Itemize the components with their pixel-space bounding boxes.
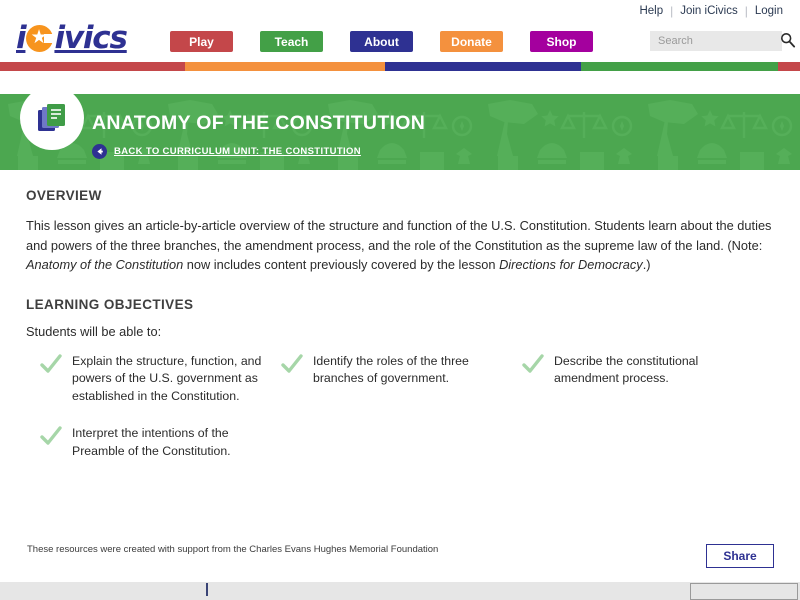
nav-button-donate[interactable]: Donate [440, 31, 503, 52]
page-title: ANATOMY OF THE CONSTITUTION [92, 112, 426, 134]
list-item: Explain the structure, function, and pow… [26, 353, 267, 406]
nav-button-about[interactable]: About [350, 31, 413, 52]
stripe-segment-red-right [778, 62, 800, 71]
list-item: Identify the roles of the three branches… [267, 353, 508, 406]
overview-text-part-1: This lesson gives an article-by-article … [26, 218, 772, 253]
main-nav: Play Teach About Donate Shop [170, 31, 593, 52]
search-input[interactable] [650, 34, 760, 48]
site-header: Help | Join iCivics | Login i ★ ivics Pl… [0, 0, 800, 62]
overview-lesson-title-italic: Anatomy of the Constitution [26, 257, 184, 272]
header-spacer [0, 71, 800, 94]
search-box[interactable] [650, 31, 796, 51]
logo-letter-i: i [16, 20, 27, 56]
overview-text-part-3: .) [642, 257, 651, 272]
stripe-segment-navy [385, 62, 581, 71]
objectives-lead-text: Students will be able to: [26, 323, 162, 339]
list-item: Describe the constitutional amendment pr… [508, 353, 749, 406]
browser-band-panel[interactable] [690, 583, 798, 600]
back-link-label: BACK TO CURRICULUM UNIT: THE CONSTITUTIO… [114, 146, 361, 157]
nav-button-teach[interactable]: Teach [260, 31, 323, 52]
browser-bottom-band [0, 582, 800, 600]
stripe-segment-green [581, 62, 778, 71]
arrow-left-icon [92, 144, 107, 159]
check-icon [40, 426, 62, 445]
objective-text: Interpret the intentions of the Preamble… [72, 426, 231, 458]
documents-icon [38, 104, 65, 131]
utility-nav: Help | Join iCivics | Login [632, 4, 790, 18]
overview-heading: OVERVIEW [26, 188, 102, 203]
star-icon: ★ [26, 24, 55, 52]
nav-button-play[interactable]: Play [170, 31, 233, 52]
nav-button-shop[interactable]: Shop [530, 31, 593, 52]
objective-text: Explain the structure, function, and pow… [72, 353, 262, 403]
logo-letters-ivics: ivics [54, 20, 128, 56]
share-button[interactable]: Share [706, 544, 774, 568]
overview-text-part-2: now includes content previously covered … [183, 257, 500, 272]
objectives-list: Explain the structure, function, and pow… [26, 353, 774, 481]
funding-credit-text: These resources were created with suppor… [27, 544, 439, 555]
list-item: Interpret the intentions of the Preamble… [26, 425, 267, 460]
objectives-heading: LEARNING OBJECTIVES [26, 296, 194, 312]
overview-paragraph: This lesson gives an article-by-article … [26, 216, 774, 275]
browser-band-divider [206, 583, 208, 596]
lesson-hero-banner: ANATOMY OF THE CONSTITUTION BACK TO CURR… [0, 94, 800, 170]
check-icon [281, 353, 303, 373]
lesson-content: OVERVIEW This lesson gives an article-by… [0, 170, 800, 480]
check-icon [522, 353, 544, 373]
utility-link-help[interactable]: Help [632, 4, 670, 18]
objective-text: Describe the constitutional amendment pr… [554, 353, 699, 386]
utility-link-login[interactable]: Login [748, 4, 790, 18]
objective-text: Identify the roles of the three branches… [313, 353, 469, 386]
stripe-segment-red-left [0, 62, 185, 71]
check-icon [40, 353, 62, 373]
stripe-segment-orange [185, 62, 385, 71]
utility-link-join[interactable]: Join iCivics [673, 4, 745, 18]
search-icon[interactable] [780, 32, 796, 48]
brand-color-stripe [0, 62, 800, 71]
back-to-curriculum-link[interactable]: BACK TO CURRICULUM UNIT: THE CONSTITUTIO… [92, 144, 361, 159]
overview-related-lesson-italic: Directions for Democracy [499, 257, 643, 272]
page-root: Help | Join iCivics | Login i ★ ivics Pl… [0, 0, 800, 600]
icivics-logo[interactable]: i ★ ivics [16, 20, 128, 56]
